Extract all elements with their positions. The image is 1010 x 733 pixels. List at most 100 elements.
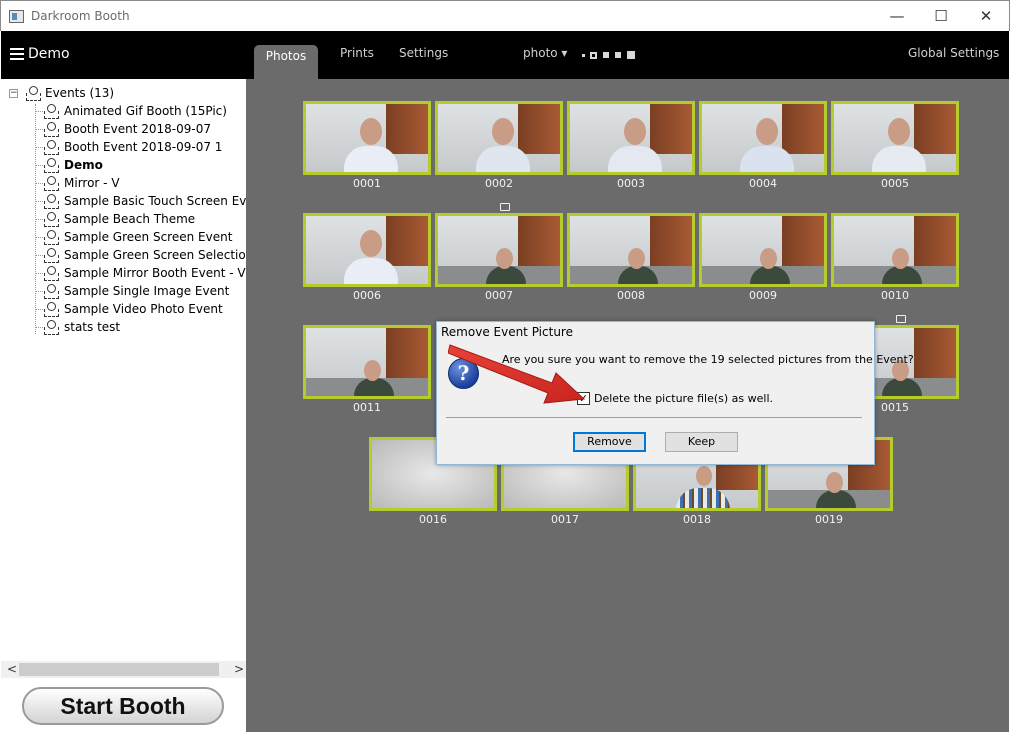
size-l-icon[interactable] bbox=[615, 52, 621, 58]
photo-frame[interactable] bbox=[303, 213, 431, 287]
tree-item-event[interactable]: Sample Mirror Booth Event - V bbox=[1, 264, 246, 282]
tree-item-label: Sample Beach Theme bbox=[64, 212, 196, 226]
photo-caption: 0016 bbox=[419, 513, 447, 526]
sidebar-horizontal-scrollbar[interactable]: < > bbox=[1, 661, 246, 678]
app-icon bbox=[9, 10, 24, 23]
photo-caption: 0003 bbox=[617, 177, 645, 190]
photo-image bbox=[834, 104, 956, 172]
photo-thumbnail[interactable]: 0002 bbox=[435, 101, 563, 191]
photo-thumbnail[interactable]: 0006 bbox=[303, 213, 431, 303]
window-title: Darkroom Booth bbox=[31, 9, 130, 23]
photo-thumbnail[interactable]: 0011 bbox=[303, 325, 431, 415]
tree-item-event[interactable]: stats test bbox=[1, 318, 246, 336]
size-m-icon[interactable] bbox=[603, 52, 609, 58]
scroll-right-icon[interactable]: > bbox=[234, 662, 244, 676]
tree-guide-line bbox=[36, 309, 43, 310]
photo-thumbnail[interactable]: 0009 bbox=[699, 213, 827, 303]
photo-frame[interactable] bbox=[831, 213, 959, 287]
tree-item-event[interactable]: Sample Green Screen Event bbox=[1, 228, 246, 246]
hamburger-menu-icon[interactable] bbox=[10, 48, 24, 60]
dialog-divider bbox=[446, 417, 862, 418]
close-button[interactable]: ✕ bbox=[963, 1, 1009, 32]
tree-item-label: Booth Event 2018-09-07 1 bbox=[64, 140, 223, 154]
event-icon bbox=[43, 248, 59, 263]
tree-item-label: Sample Mirror Booth Event - V bbox=[64, 266, 246, 280]
scrollbar-thumb[interactable] bbox=[19, 663, 219, 676]
photo-thumbnail[interactable]: 0010 bbox=[831, 213, 959, 303]
photo-thumbnail[interactable]: 0005 bbox=[831, 101, 959, 191]
photo-caption: 0011 bbox=[353, 401, 381, 414]
tree-guide-line bbox=[36, 201, 43, 202]
event-tree[interactable]: − Events (13) Animated Gif Booth (15Pic)… bbox=[1, 79, 266, 659]
event-icon bbox=[43, 284, 59, 299]
tree-item-event[interactable]: Booth Event 2018-09-07 1 bbox=[1, 138, 246, 156]
tab-prints[interactable]: Prints bbox=[340, 46, 374, 60]
photo-type-dropdown[interactable]: photo ▾ bbox=[523, 46, 567, 60]
photo-caption: 0007 bbox=[485, 289, 513, 302]
tree-item-label: Sample Green Screen Event bbox=[64, 230, 233, 244]
tree-item-label: Sample Video Photo Event bbox=[64, 302, 223, 316]
photo-image bbox=[306, 328, 428, 396]
photo-frame[interactable] bbox=[567, 101, 695, 175]
photo-image bbox=[570, 104, 692, 172]
event-icon bbox=[43, 230, 59, 245]
photo-image bbox=[702, 104, 824, 172]
photo-image bbox=[438, 216, 560, 284]
printed-icon bbox=[896, 315, 906, 323]
photo-frame[interactable] bbox=[303, 325, 431, 399]
photo-thumbnail[interactable]: 0008 bbox=[567, 213, 695, 303]
tree-item-event[interactable]: Sample Beach Theme bbox=[1, 210, 246, 228]
maximize-button[interactable]: ☐ bbox=[918, 1, 964, 32]
tab-photos[interactable]: Photos bbox=[254, 45, 318, 79]
event-icon bbox=[43, 140, 59, 155]
photo-frame[interactable] bbox=[699, 101, 827, 175]
photo-thumbnail[interactable]: 0004 bbox=[699, 101, 827, 191]
collapse-icon[interactable]: − bbox=[9, 89, 18, 98]
tree-guide-line bbox=[36, 237, 43, 238]
tree-item-event[interactable]: Mirror - V bbox=[1, 174, 246, 192]
tree-item-event[interactable]: Sample Video Photo Event bbox=[1, 300, 246, 318]
tree-guide-line bbox=[36, 273, 43, 274]
tab-settings[interactable]: Settings bbox=[399, 46, 448, 60]
tree-item-label: stats test bbox=[64, 320, 121, 334]
tree-item-event[interactable]: Sample Basic Touch Screen Event bbox=[1, 192, 266, 210]
start-booth-button[interactable]: Start Booth bbox=[22, 687, 224, 725]
photo-image bbox=[834, 216, 956, 284]
photo-frame[interactable] bbox=[699, 213, 827, 287]
photo-thumbnail[interactable]: 0003 bbox=[567, 101, 695, 191]
global-settings-link[interactable]: Global Settings bbox=[908, 46, 999, 60]
current-event-name[interactable]: Demo bbox=[28, 46, 70, 62]
tree-guide-line bbox=[36, 165, 43, 166]
photo-frame[interactable] bbox=[303, 101, 431, 175]
tree-item-event[interactable]: Sample Single Image Event bbox=[1, 282, 246, 300]
tree-guide-line bbox=[36, 219, 43, 220]
photo-frame[interactable] bbox=[831, 101, 959, 175]
photo-image bbox=[306, 216, 428, 284]
tree-item-event[interactable]: Animated Gif Booth (15Pic) bbox=[1, 102, 246, 120]
event-icon bbox=[43, 320, 59, 335]
tree-item-event[interactable]: Sample Green Screen Selection bbox=[1, 246, 253, 264]
size-xs-icon[interactable] bbox=[582, 54, 585, 57]
scroll-left-icon[interactable]: < bbox=[7, 662, 17, 676]
event-group-icon bbox=[25, 86, 41, 101]
photo-thumbnail[interactable]: 0007 bbox=[435, 213, 563, 303]
tree-root-events[interactable]: − Events (13) bbox=[9, 86, 129, 101]
remove-button[interactable]: Remove bbox=[573, 432, 646, 452]
tree-guide-line bbox=[36, 111, 43, 112]
size-s-icon[interactable] bbox=[590, 52, 597, 59]
tree-item-event[interactable]: Booth Event 2018-09-07 bbox=[1, 120, 246, 138]
keep-button[interactable]: Keep bbox=[665, 432, 738, 452]
photo-frame[interactable] bbox=[435, 101, 563, 175]
delete-files-label[interactable]: Delete the picture file(s) as well. bbox=[594, 392, 773, 405]
photo-frame[interactable] bbox=[435, 213, 563, 287]
minimize-button[interactable]: — bbox=[874, 1, 920, 32]
size-xl-icon[interactable] bbox=[627, 51, 635, 59]
photo-caption: 0008 bbox=[617, 289, 645, 302]
photo-caption: 0019 bbox=[815, 513, 843, 526]
photo-frame[interactable] bbox=[567, 213, 695, 287]
photo-thumbnail[interactable]: 0001 bbox=[303, 101, 431, 191]
photo-image bbox=[438, 104, 560, 172]
tree-item-event[interactable]: Demo bbox=[1, 156, 246, 174]
annotation-arrow-icon bbox=[448, 344, 586, 404]
tree-item-label: Sample Single Image Event bbox=[64, 284, 230, 298]
